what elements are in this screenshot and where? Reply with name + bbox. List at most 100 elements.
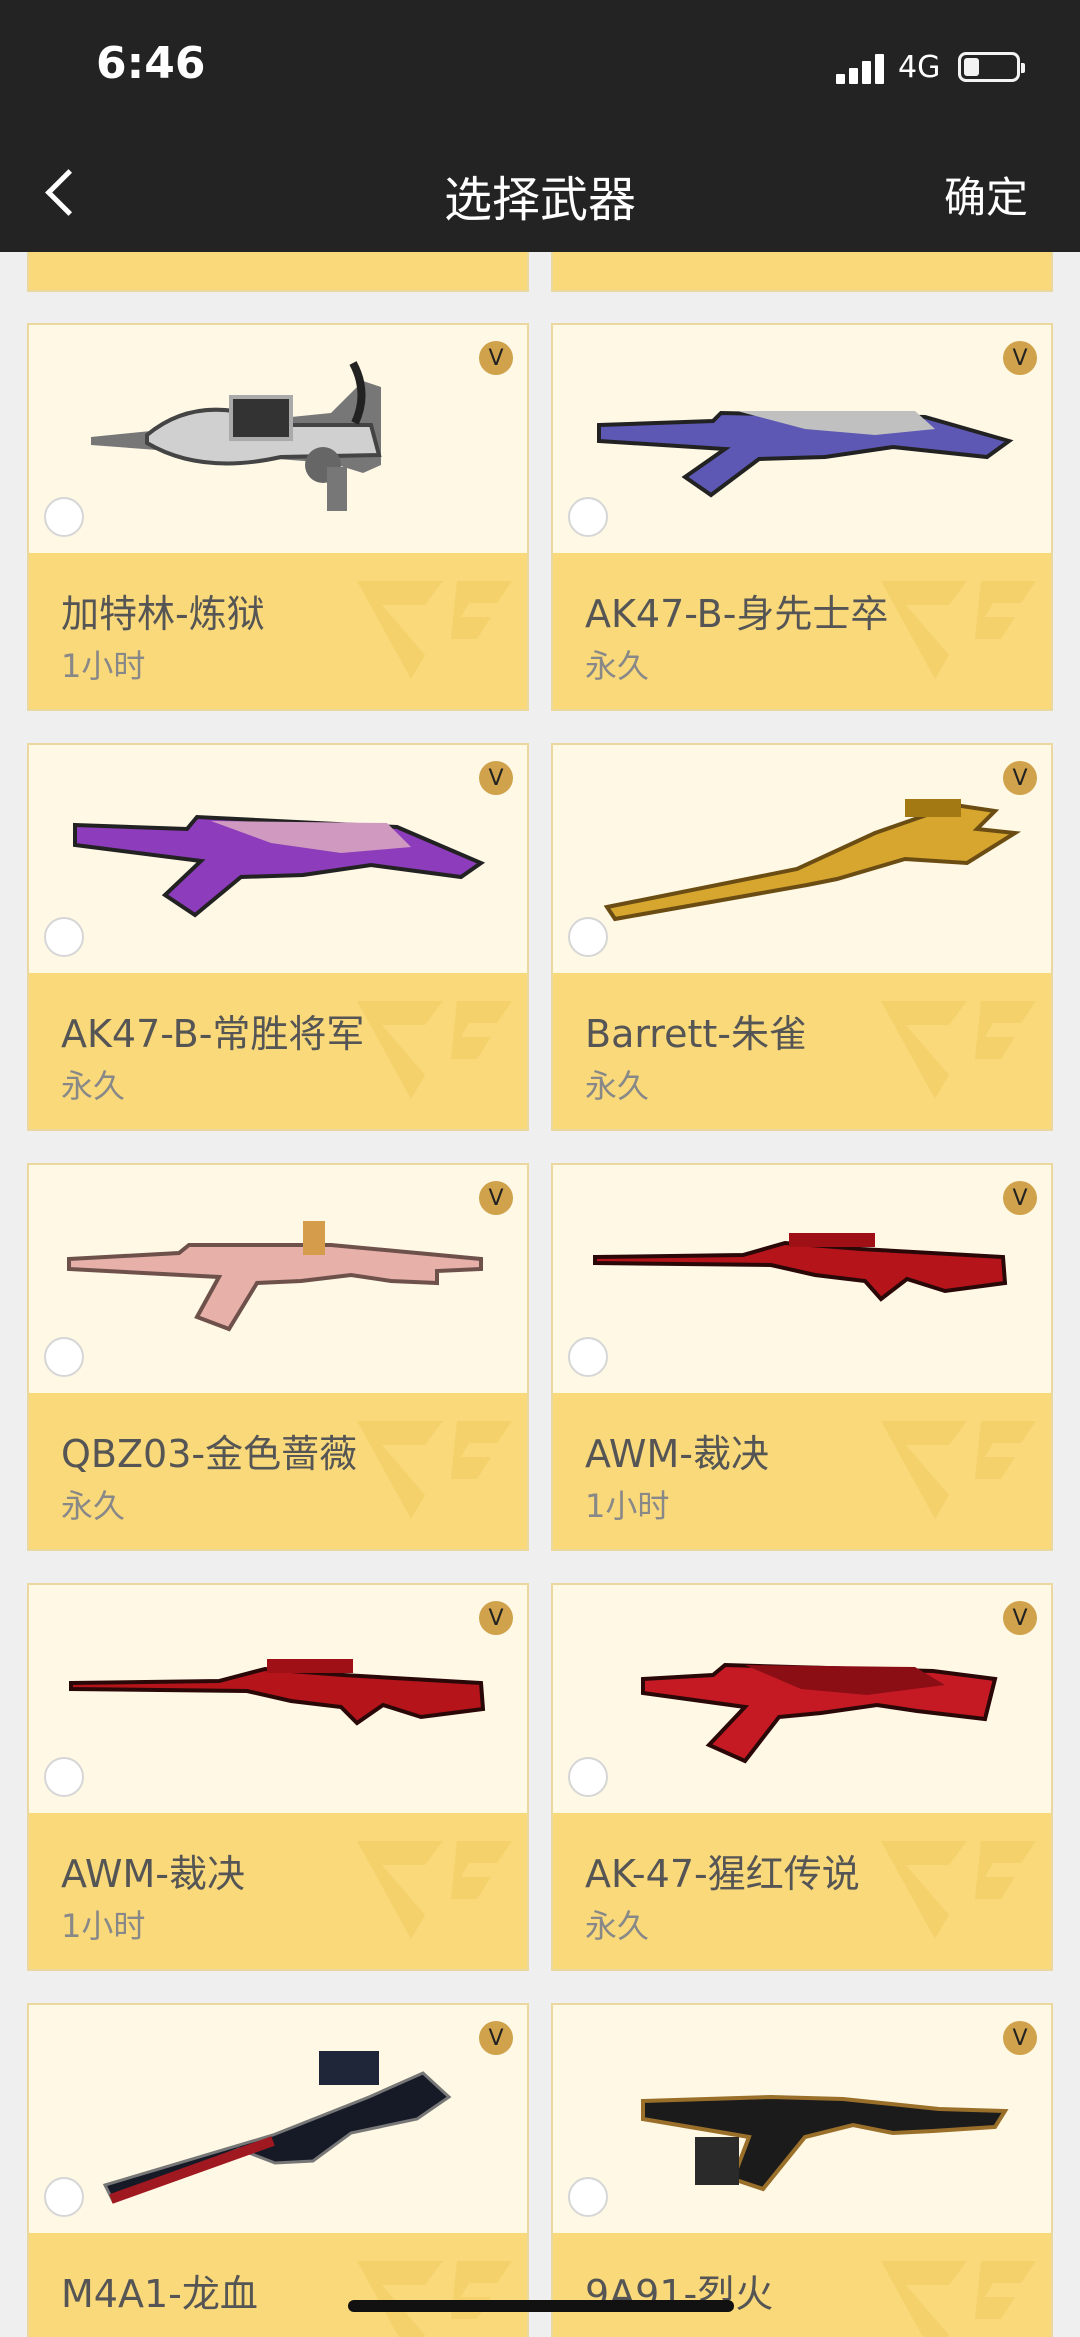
weapon-duration: 1小时: [61, 1907, 146, 1945]
page-title: 选择武器: [443, 172, 636, 228]
cf-logo-watermark-icon: [357, 2261, 512, 2337]
weapon-name: Barrett-朱雀: [585, 1012, 807, 1056]
vip-badge-icon: V: [477, 759, 515, 797]
signal-icon: [836, 52, 886, 84]
vip-badge-icon: V: [477, 339, 515, 377]
weapon-name: 加特林-炼狱: [61, 592, 265, 636]
weapon-info: 加特林-炼狱 1小时: [29, 553, 527, 709]
svg-text:V: V: [488, 766, 503, 791]
cf-logo-watermark-icon: [881, 1001, 1036, 1099]
vip-badge-icon: V: [1001, 759, 1039, 797]
vip-badge-icon: V: [477, 1599, 515, 1637]
weapon-card[interactable]: V 加特林-炼狱 1小时: [27, 323, 529, 711]
weapon-card[interactable]: V AK47-B-身先士卒 永久: [551, 323, 1053, 711]
weapon-name: M4A1-龙血: [61, 2272, 258, 2316]
weapon-card[interactable]: V AWM-裁决 1小时: [27, 1583, 529, 1971]
weapon-image-area: V: [29, 325, 527, 553]
weapon-info: AK47-B-身先士卒 永久: [553, 553, 1051, 709]
weapon-card[interactable]: V 9A91-烈火: [551, 2003, 1053, 2337]
select-radio[interactable]: [568, 1337, 608, 1377]
weapon-card-partial-right[interactable]: [551, 252, 1053, 292]
select-radio[interactable]: [44, 1757, 84, 1797]
weapon-duration: 永久: [61, 1067, 126, 1105]
vip-badge-icon: V: [477, 2019, 515, 2057]
weapon-card[interactable]: V Barrett-朱雀 永久: [551, 743, 1053, 1131]
vip-badge-icon: V: [1001, 2019, 1039, 2057]
rifle-pink-icon: [67, 1221, 483, 1332]
svg-text:V: V: [488, 2026, 503, 2051]
sniper-gold-icon: [603, 799, 1021, 922]
select-radio[interactable]: [44, 497, 84, 537]
svg-text:V: V: [1012, 1606, 1027, 1631]
cf-logo-watermark-icon: [357, 1841, 512, 1939]
weapon-info: 9A91-烈火: [553, 2233, 1051, 2337]
weapon-info: AK47-B-常胜将军 永久: [29, 973, 527, 1129]
select-radio[interactable]: [44, 2177, 84, 2217]
weapon-info: Barrett-朱雀 永久: [553, 973, 1051, 1129]
svg-text:V: V: [1012, 1186, 1027, 1211]
weapon-duration: 1小时: [61, 647, 146, 685]
weapon-card[interactable]: V QBZ03-金色蔷薇 永久: [27, 1163, 529, 1551]
cf-logo-watermark-icon: [357, 1421, 512, 1519]
vip-badge-icon: V: [477, 1179, 515, 1217]
vip-badge-icon: V: [1001, 339, 1039, 377]
cf-logo-watermark-icon: [881, 581, 1036, 679]
weapon-name: AK-47-猩红传说: [585, 1852, 860, 1896]
select-radio[interactable]: [568, 2177, 608, 2217]
confirm-button[interactable]: 确定: [944, 164, 1028, 225]
weapon-image-area: V: [553, 1165, 1051, 1393]
select-radio[interactable]: [44, 917, 84, 957]
network-type: 4G: [898, 50, 941, 85]
weapon-image-area: V: [29, 1585, 527, 1813]
home-indicator: [348, 2300, 734, 2312]
weapon-name: AK47-B-身先士卒: [585, 592, 889, 636]
rifle-crimson-icon: [641, 1662, 998, 1764]
cf-logo-watermark-icon: [881, 1841, 1036, 1939]
weapon-duration: 永久: [585, 1067, 650, 1105]
weapon-image-area: V: [553, 745, 1051, 973]
weapon-image-area: V: [29, 2005, 527, 2233]
vip-badge-icon: V: [1001, 1179, 1039, 1217]
gatling-gun-icon: [91, 361, 382, 511]
cf-logo-watermark-icon: [881, 1421, 1036, 1519]
weapon-card[interactable]: V AWM-裁决 1小时: [551, 1163, 1053, 1551]
rifle-purple-icon: [73, 814, 486, 918]
battery-icon: [958, 52, 1025, 82]
navigation-bar: 选择武器 确定: [0, 140, 1080, 252]
rifle-black-icon: [641, 2094, 1009, 2192]
weapon-info: AWM-裁决 1小时: [29, 1813, 527, 1969]
weapon-info: AWM-裁决 1小时: [553, 1393, 1051, 1549]
weapon-name: AK47-B-常胜将军: [61, 1012, 365, 1056]
select-radio[interactable]: [568, 1757, 608, 1797]
weapon-card[interactable]: V AK47-B-常胜将军 永久: [27, 743, 529, 1131]
svg-text:V: V: [1012, 346, 1027, 371]
rifle-blue-icon: [597, 410, 1014, 498]
sniper-red-icon: [69, 1659, 486, 1726]
weapon-duration: 永久: [61, 1487, 126, 1525]
svg-text:V: V: [488, 1186, 503, 1211]
weapon-grid[interactable]: V 加特林-炼狱 1小时 V AK47-B-身先士卒 永久 V AK47-B-常…: [0, 252, 1080, 2337]
select-radio[interactable]: [44, 1337, 84, 1377]
select-radio[interactable]: [568, 917, 608, 957]
weapon-image-area: V: [553, 2005, 1051, 2233]
weapon-name: AWM-裁决: [585, 1432, 769, 1476]
weapon-card[interactable]: V AK-47-猩红传说 永久: [551, 1583, 1053, 1971]
weapon-info: QBZ03-金色蔷薇 永久: [29, 1393, 527, 1549]
weapon-image-area: V: [553, 1585, 1051, 1813]
select-radio[interactable]: [568, 497, 608, 537]
cf-logo-watermark-icon: [881, 2261, 1036, 2337]
cf-logo-watermark-icon: [357, 581, 512, 679]
weapon-card[interactable]: V M4A1-龙血: [27, 2003, 529, 2337]
weapon-duration: 永久: [585, 1907, 650, 1945]
weapon-duration: 永久: [585, 647, 650, 685]
weapon-card-partial-left[interactable]: [27, 252, 529, 292]
weapon-name: AWM-裁决: [61, 1852, 245, 1896]
cf-logo-watermark-icon: [357, 1001, 512, 1099]
vip-badge-icon: V: [1001, 1599, 1039, 1637]
rifle-dark-icon: [102, 2051, 452, 2204]
weapon-image-area: V: [553, 325, 1051, 553]
weapon-image-area: V: [29, 745, 527, 973]
status-bar: 6:46 4G: [0, 0, 1080, 140]
weapon-image-area: V: [29, 1165, 527, 1393]
status-time: 6:46: [96, 38, 206, 89]
